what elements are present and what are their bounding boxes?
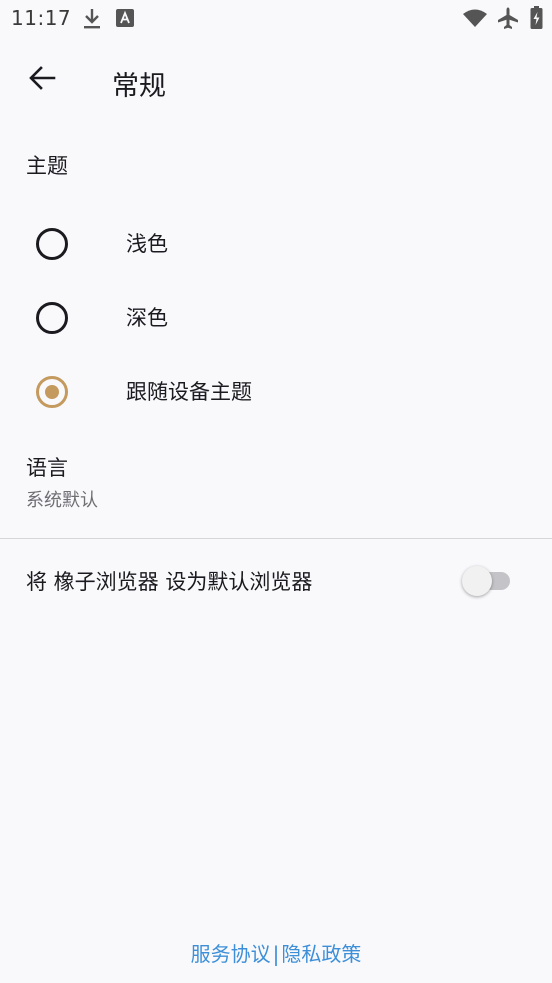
footer-separator: | [272, 942, 280, 966]
theme-option-light[interactable]: 浅色 [0, 208, 552, 278]
back-button[interactable] [20, 58, 64, 102]
divider [0, 538, 552, 539]
theme-option-dark[interactable]: 深色 [0, 282, 552, 352]
privacy-policy-link[interactable]: 隐私政策 [281, 942, 361, 966]
theme-option-label: 浅色 [126, 232, 168, 256]
battery-charging-icon [530, 6, 543, 34]
a-notification-icon [116, 9, 134, 31]
theme-option-follow-system[interactable]: 跟随设备主题 [0, 356, 552, 426]
theme-option-label: 深色 [126, 306, 168, 330]
arrow-left-icon [26, 62, 58, 98]
airplane-mode-icon [496, 6, 520, 34]
radio-button-selected[interactable] [36, 376, 68, 408]
default-browser-setting: 将 橡子浏览器 设为默认浏览器 [0, 548, 552, 614]
download-icon [82, 7, 102, 35]
footer-links: 服务协议 | 隐私政策 [0, 938, 552, 968]
page-title: 常规 [112, 71, 166, 102]
theme-option-label: 跟随设备主题 [126, 380, 252, 404]
settings-general-screen: 11:17 常规 主题 浅色 深色 跟随设备主题 语言 系统默认 将 橡子浏览器… [0, 0, 552, 983]
app-bar: 常规 [0, 44, 552, 118]
toggle-thumb [462, 566, 492, 596]
language-value: 系统默认 [26, 490, 98, 511]
default-browser-toggle[interactable] [462, 566, 512, 596]
language-title: 语言 [26, 456, 68, 480]
terms-of-service-link[interactable]: 服务协议 [191, 942, 271, 966]
default-browser-label: 将 橡子浏览器 设为默认浏览器 [26, 570, 313, 594]
status-time: 11:17 [11, 6, 72, 30]
language-setting[interactable]: 语言 系统默认 [0, 442, 552, 528]
theme-section-title: 主题 [26, 154, 68, 178]
radio-button-unselected[interactable] [36, 302, 68, 334]
radio-button-unselected[interactable] [36, 228, 68, 260]
status-bar: 11:17 [0, 0, 552, 38]
wifi-icon [462, 8, 488, 32]
